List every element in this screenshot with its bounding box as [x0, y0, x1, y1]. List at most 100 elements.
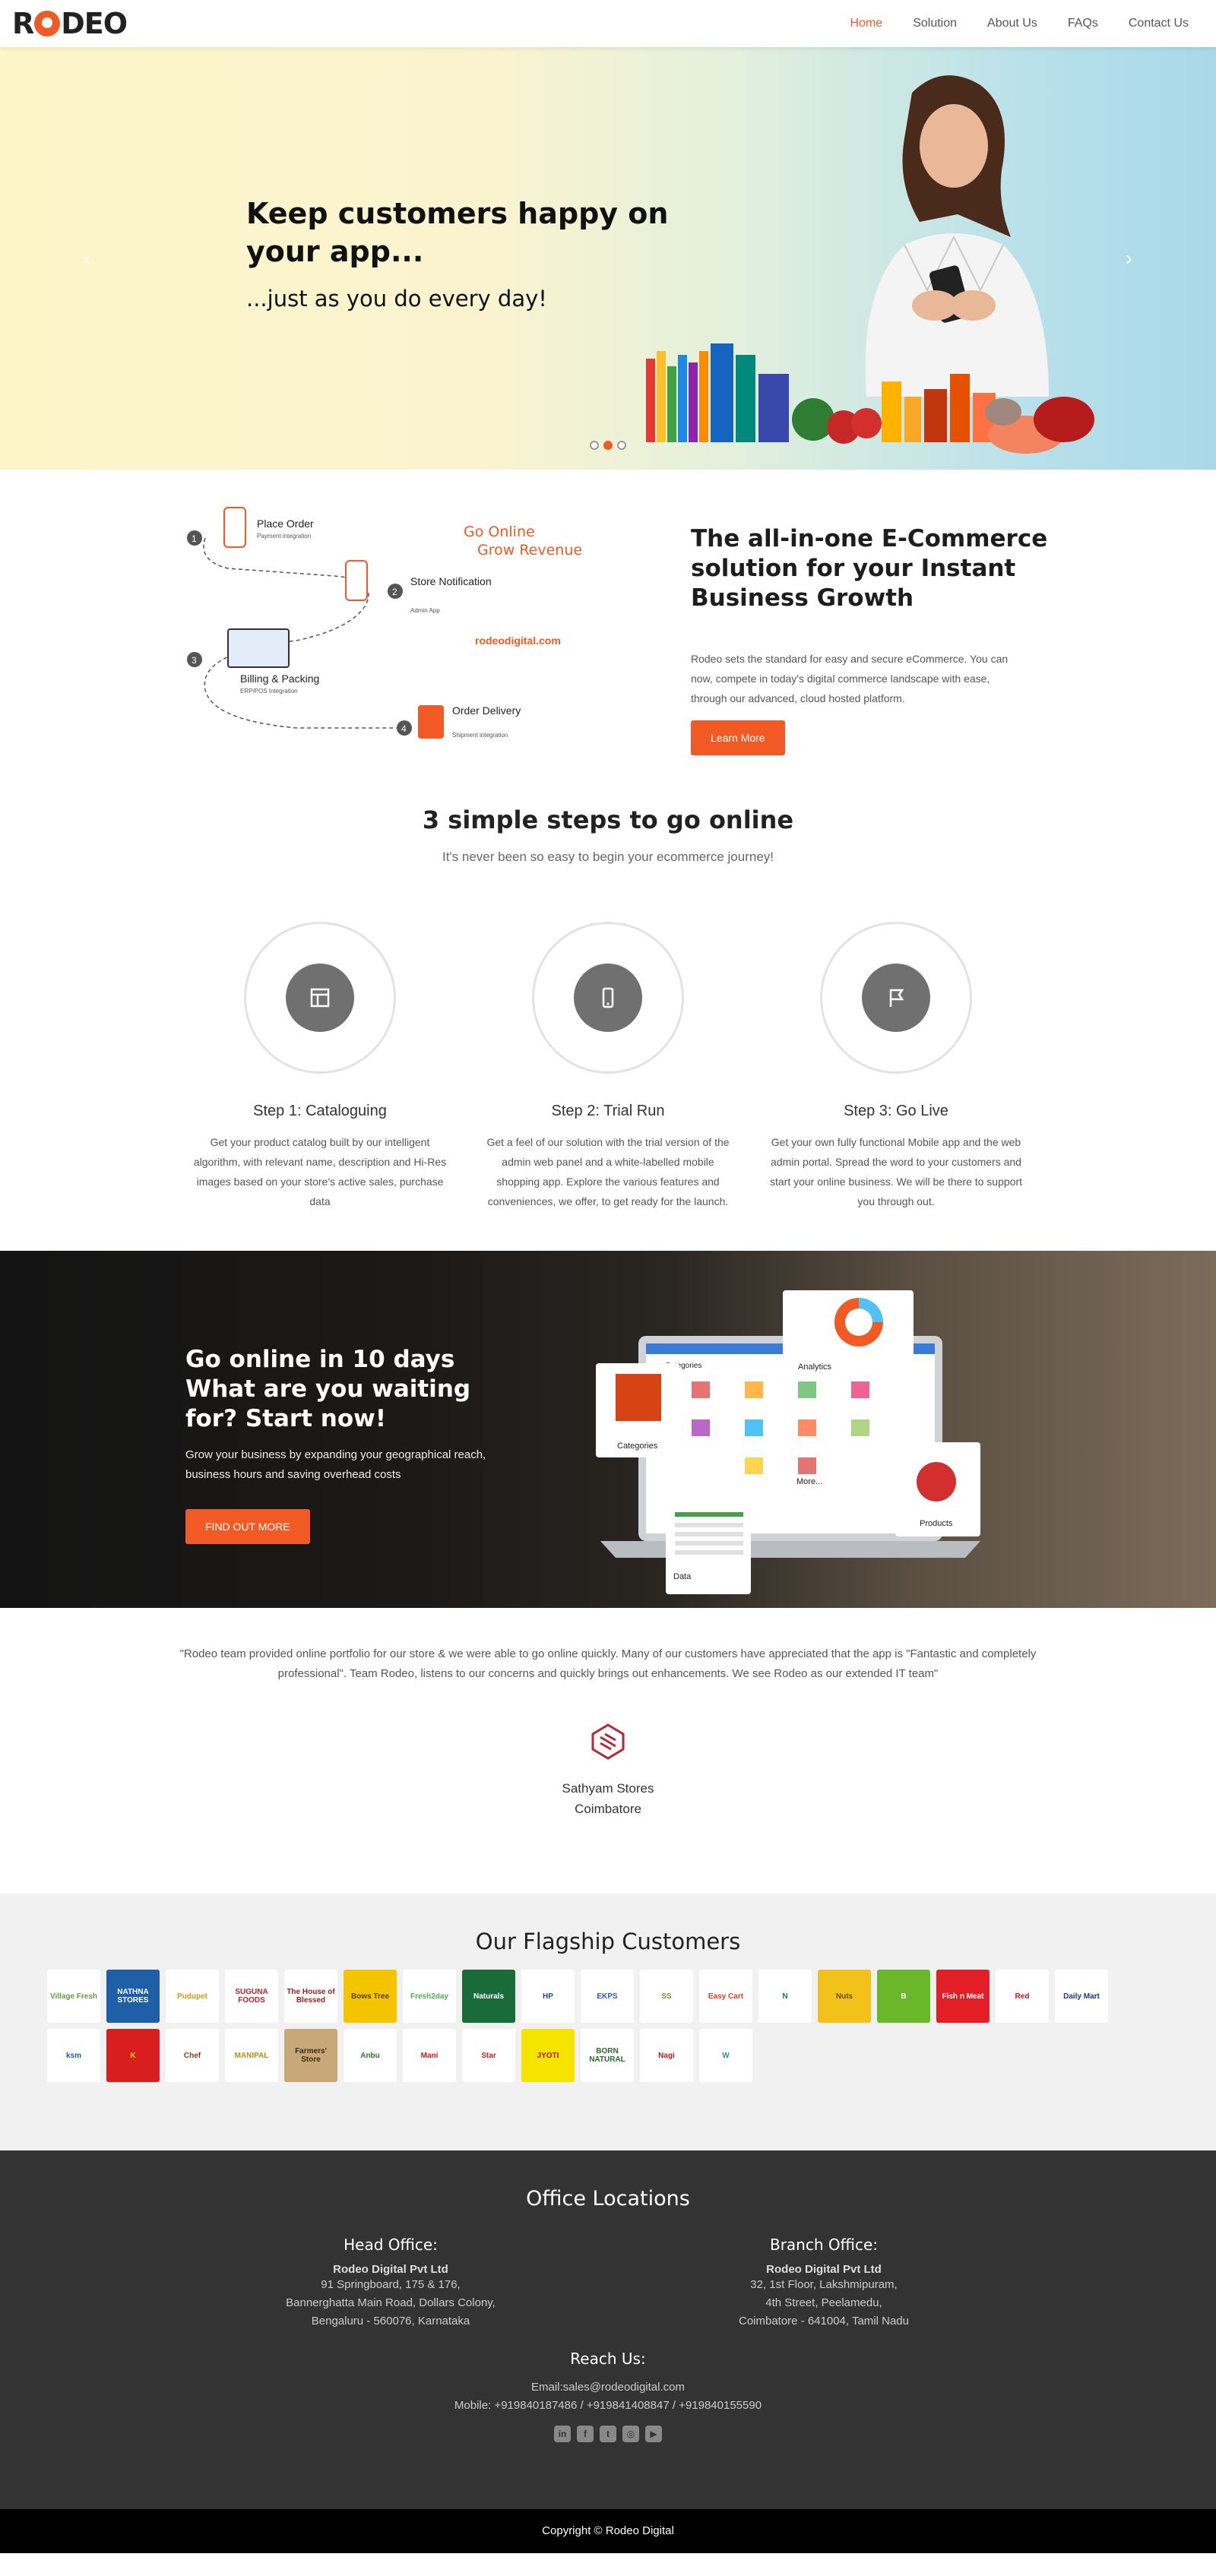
customer-logo: Naturals — [462, 1970, 515, 2023]
hero-subtitle: ...just as you do every day! — [246, 286, 547, 312]
mobile-icon — [574, 964, 642, 1032]
customer-logo: W — [699, 2029, 752, 2082]
customer-logo: Mani — [403, 2029, 456, 2082]
footer: Office Locations Head Office: Rodeo Digi… — [0, 2150, 1216, 2509]
youtube-icon[interactable]: ▶ — [645, 2426, 662, 2442]
head-office-heading: Head Office: — [344, 2236, 438, 2254]
banner-text: Grow your business by expanding your geo… — [185, 1448, 486, 1481]
customer-logo: The House of Blessed — [284, 1970, 337, 2023]
facebook-icon[interactable]: f — [577, 2426, 594, 2442]
svg-text:3: 3 — [192, 655, 197, 666]
hero-title: Keep customers happy on your app... — [246, 197, 669, 268]
tagline-grow-revenue: Grow Revenue — [477, 542, 582, 559]
flow-step4-sub: Shipment integration — [452, 732, 508, 739]
step-2-text: Get a feel of our solution with the tria… — [486, 1136, 730, 1207]
flow-step1-label: Place Order — [257, 517, 314, 530]
menu-item-solution[interactable]: Solution — [898, 17, 972, 30]
head-office-line1: 91 Springboard, 175 & 176, — [321, 2278, 461, 2291]
card-data: Data — [673, 1572, 692, 1581]
logo-o-mark-icon — [34, 11, 61, 36]
customers-title: Our Flagship Customers — [475, 1929, 741, 1954]
branch-office-line3: Coimbatore - 641004, Tamil Nadu — [738, 2315, 909, 2328]
customer-logo: Nagi — [640, 2029, 693, 2082]
customer-logo: MANIPAL — [225, 2029, 278, 2082]
laptop-dashboard-illustration: Categories Categories Analytics More... … — [596, 1290, 980, 1594]
head-office: Head Office: Rodeo Digital Pvt Ltd 91 Sp… — [239, 2236, 543, 2331]
head-office-line2: Bannerghatta Main Road, Dollars Colony, — [286, 2296, 496, 2309]
testimonial-quote: "Rodeo team provided online portfolio fo… — [179, 1647, 1037, 1680]
menu-item-about-us[interactable]: About Us — [972, 17, 1053, 30]
copyright: Copyright © Rodeo Digital — [0, 2509, 1216, 2553]
find-out-more-button[interactable]: FIND OUT MORE — [185, 1509, 310, 1544]
step-1-title: Step 1: Cataloguing — [253, 1103, 387, 1119]
branch-office-company: Rodeo Digital Pvt Ltd — [766, 2263, 882, 2276]
branch-office-line2: 4th Street, Peelamedu, — [765, 2296, 882, 2309]
customer-logo: Easy Cart — [699, 1970, 752, 2023]
head-office-line3: Bengaluru - 560076, Karnataka — [311, 2315, 470, 2328]
branch-office-heading: Branch Office: — [769, 2236, 879, 2254]
customer-logo: Fresh2day — [403, 1970, 456, 2023]
sathyam-stores-logo-icon — [591, 1723, 625, 1760]
slider-dot[interactable] — [590, 441, 599, 450]
main-menu: Home Solution About Us FAQs Contact Us — [835, 17, 1204, 30]
svg-text:2: 2 — [392, 587, 397, 597]
customer-logo: SS — [640, 1970, 693, 2023]
menu-item-faqs[interactable]: FAQs — [1053, 17, 1113, 30]
banner-title: Go online in 10 days What are you waitin… — [185, 1346, 471, 1432]
flow-step3-sub: ERP/POS Integration — [240, 688, 298, 695]
hero-slider: Keep customers happy on your app... ...j… — [0, 47, 1216, 470]
step-3-title: Step 3: Go Live — [844, 1103, 948, 1119]
testimonial-section: "Rodeo team provided online portfolio fo… — [0, 1608, 1216, 1894]
reach-us: Reach Us: Email:sales@rodeodigital.com M… — [0, 2350, 1216, 2442]
head-office-company: Rodeo Digital Pvt Ltd — [333, 2263, 448, 2276]
customer-logo: JYOTI — [521, 2029, 575, 2082]
twitter-icon[interactable]: t — [600, 2426, 616, 2442]
rodeo-logo[interactable]: R DEO — [12, 7, 128, 40]
branch-office-line1: 32, 1st Floor, Lakshmipuram, — [750, 2278, 898, 2291]
menu-item-home[interactable]: Home — [835, 17, 898, 30]
flow-step2-label: Store Notification — [410, 575, 492, 587]
branch-office: Branch Office: Rodeo Digital Pvt Ltd 32,… — [672, 2236, 976, 2331]
learn-more-button[interactable]: Learn More — [691, 720, 785, 755]
slider-prev-arrow-icon[interactable]: ‹ — [84, 246, 90, 271]
testimonial-name: Sathyam Stores — [562, 1781, 654, 1796]
customer-logo: Anbu — [344, 2029, 397, 2082]
social-links: in f t ◎ ▶ — [0, 2426, 1216, 2442]
slider-dot-active[interactable] — [603, 441, 613, 450]
customer-logo: Star — [462, 2029, 515, 2082]
steps-subtitle: It's never been so easy to begin your ec… — [442, 850, 774, 864]
customer-logo: BORN NATURAL — [581, 2029, 634, 2082]
step-cataloguing: Step 1: Cataloguing Get your product cat… — [191, 922, 449, 1211]
linkedin-icon[interactable]: in — [554, 2426, 571, 2442]
flow-step3-label: Billing & Packing — [240, 672, 319, 685]
menu-item-contact-us[interactable]: Contact Us — [1113, 17, 1204, 30]
card-more: More... — [796, 1477, 822, 1486]
steps-section: 3 simple steps to go online It's never b… — [0, 774, 1216, 1251]
customer-logo: Fish n Meat — [936, 1970, 990, 2023]
flow-step4-label: Order Delivery — [452, 704, 521, 717]
grocery-products-image — [646, 343, 1094, 454]
slider-next-arrow-icon[interactable]: › — [1126, 246, 1132, 271]
all-in-one-title: The all-in-one E-Commerce solution for y… — [691, 525, 1048, 612]
customer-logo: Red — [996, 1970, 1049, 2023]
all-in-one-section: 1 2 3 4 Place Order Payment integration … — [0, 470, 1216, 774]
customer-logo: Chef — [166, 2029, 219, 2082]
instagram-icon[interactable]: ◎ — [622, 2426, 639, 2442]
flag-icon — [862, 964, 930, 1032]
customer-logo: Bows Tree — [344, 1970, 397, 2023]
order-flow-diagram: 1 2 3 4 Place Order Payment integration … — [187, 507, 582, 739]
testimonial-city: Coimbatore — [575, 1802, 641, 1816]
flow-step2-sub: Admin App — [410, 607, 440, 614]
customer-logo: EKPS — [581, 1970, 634, 2023]
reach-us-email[interactable]: Email:sales@rodeodigital.com — [0, 2378, 1216, 2397]
card-categories: Categories — [617, 1441, 658, 1451]
customer-logo: Pudupet — [166, 1970, 219, 2023]
reach-us-mobile: Mobile: +919840187486 / +919841408847 / … — [454, 2399, 762, 2412]
card-products: Products — [920, 1519, 953, 1528]
customer-logo: N — [758, 1970, 812, 2023]
footer-title: Office Locations — [526, 2187, 690, 2210]
customer-logo: K — [106, 2029, 160, 2082]
slider-dot[interactable] — [617, 441, 626, 450]
customer-logo: Village Fresh — [47, 1970, 100, 2023]
customer-logo: Nuts — [818, 1970, 871, 2023]
